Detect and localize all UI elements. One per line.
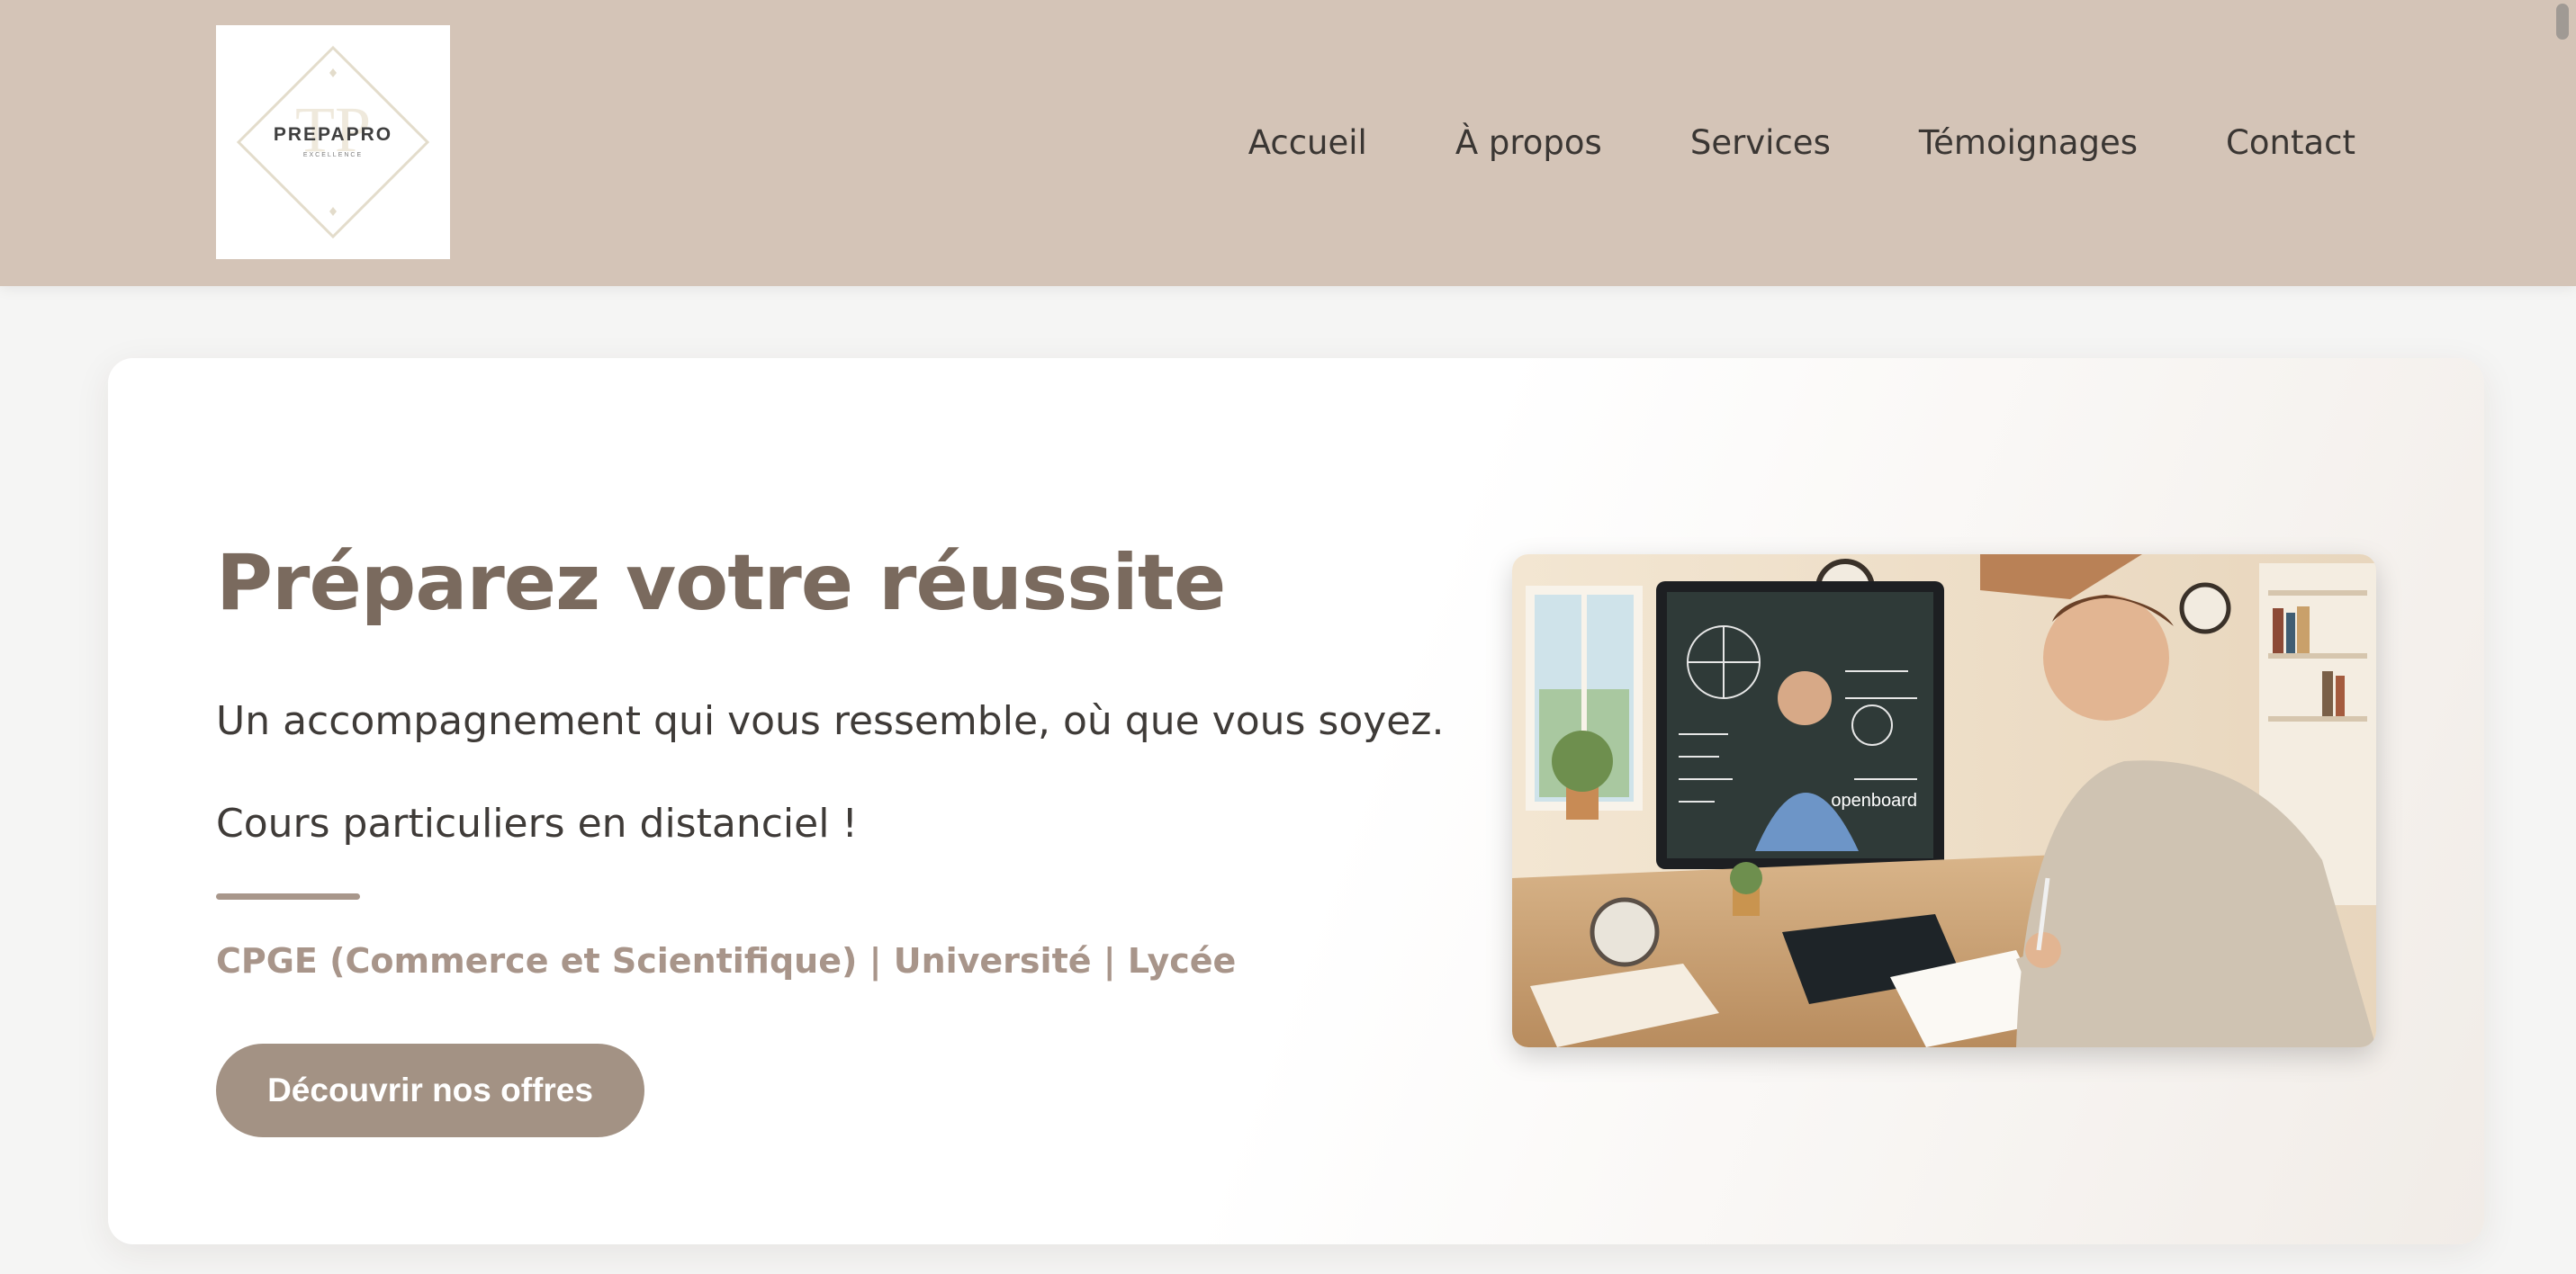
discover-offers-button[interactable]: Découvrir nos offres (216, 1044, 644, 1137)
hero-card: Préparez votre réussite Un accompagnemen… (108, 358, 2484, 1244)
hero-divider (216, 893, 360, 900)
hero-levels: CPGE (Commerce et Scientifique) | Univer… (216, 941, 1237, 981)
logo-emblem-icon: TP PREPAPRO EXCELLENCE (236, 45, 430, 239)
nav-item-services[interactable]: Services (1690, 123, 1831, 162)
hero-title: Préparez votre réussite (216, 538, 1226, 628)
hero-image: openboard (1512, 554, 2376, 1047)
nav-item-temoignages[interactable]: Témoignages (1919, 123, 2138, 162)
site-header: TP PREPAPRO EXCELLENCE Accueil À propos … (0, 0, 2576, 286)
nav-item-a-propos[interactable]: À propos (1455, 123, 1602, 162)
logo-wordmark: PREPAPRO (274, 124, 392, 145)
nav-item-accueil[interactable]: Accueil (1248, 123, 1367, 162)
nav-item-contact[interactable]: Contact (2226, 123, 2355, 162)
logo-tagline: EXCELLENCE (303, 152, 363, 158)
hero-subtitle: Un accompagnement qui vous ressemble, où… (216, 698, 1445, 744)
hero-tagline: Cours particuliers en distanciel ! (216, 801, 859, 847)
online-tutoring-illustration: openboard (1512, 554, 2376, 1047)
page-scrollbar-thumb[interactable] (2556, 4, 2569, 40)
main-nav: Accueil À propos Services Témoignages Co… (1248, 117, 2355, 167)
screen-app-label: openboard (1831, 791, 1917, 811)
brand-logo[interactable]: TP PREPAPRO EXCELLENCE (216, 25, 450, 259)
